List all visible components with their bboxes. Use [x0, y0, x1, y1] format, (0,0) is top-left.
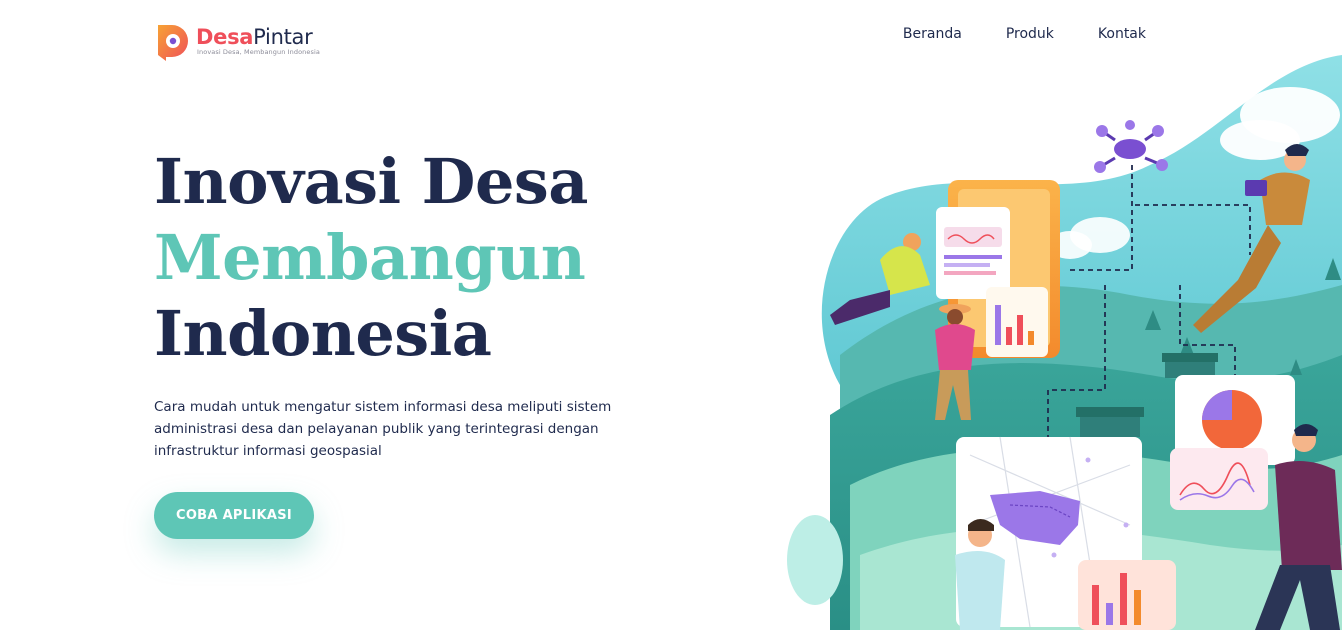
hero-title-line-3: Indonesia [154, 297, 492, 370]
nav-link-kontak[interactable]: Kontak [1098, 26, 1146, 42]
logo-wordmark: DesaPintar [196, 25, 313, 49]
logo-tagline: Inovasi Desa, Membangun Indonesia [197, 48, 320, 56]
hero-title-line-2: Membangun [154, 221, 586, 294]
nav-link-beranda[interactable]: Beranda [903, 26, 962, 42]
main-nav: Beranda Produk Kontak [903, 26, 1146, 42]
hero-title-line-1: Inovasi Desa [154, 145, 588, 218]
hero-description: Cara mudah untuk mengatur sistem informa… [154, 399, 612, 459]
logo[interactable]: DesaPintar Inovasi Desa, Membangun Indon… [156, 22, 336, 64]
village-digital-illustration [787, 55, 1342, 630]
logo-mark-icon [158, 25, 188, 61]
try-app-button[interactable]: COBA APLIKASI [154, 492, 314, 539]
nav-link-produk[interactable]: Produk [1006, 26, 1054, 42]
hero-title: Inovasi Desa Membangun Indonesia [154, 144, 588, 372]
